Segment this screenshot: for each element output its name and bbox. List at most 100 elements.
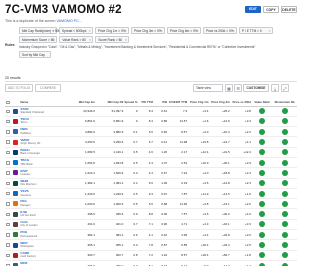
remove-filter-icon[interactable]: × [89, 37, 91, 44]
filter-chip[interactable]: Price Chg 3m > 0% × [131, 27, 165, 34]
remove-filter-icon[interactable]: × [161, 28, 163, 35]
stock-name-cell[interactable]: CARD Card Factory [20, 250, 68, 261]
table-row[interactable]: CARD Card Factory 300.7 300.7 0.8 7.2 1.24 8.57… [5, 250, 297, 261]
column-header[interactable]: Price Chg 1m [188, 96, 210, 107]
row-checkbox[interactable] [5, 126, 13, 138]
filter-chip[interactable]: P / E TTM > 0 × [239, 27, 273, 34]
row-checkbox[interactable] [5, 260, 13, 266]
column-header[interactable]: Price vs 200d [230, 96, 252, 107]
filter-chip[interactable]: Momentum Score > 80 × [19, 36, 58, 44]
stock-name-cell[interactable]: VMUK Virgin Money UK [20, 136, 68, 148]
filter-chip[interactable]: Spread < 500bps × [59, 27, 93, 34]
checkbox-icon [6, 150, 10, 155]
remove-filter-icon[interactable]: × [125, 28, 127, 35]
sort-chip[interactable]: Sort by Mkt Cap [19, 51, 51, 58]
row-checkbox[interactable] [5, 229, 13, 241]
stock-name-cell[interactable]: WHM Wm Morrison [20, 178, 68, 189]
rank-dot-icon [281, 118, 288, 125]
row-checkbox[interactable] [5, 136, 13, 148]
stock-name-cell[interactable]: STAN Standard Chartered [20, 106, 68, 117]
mkt-cap-cell: 20,946.0 [67, 106, 96, 117]
delete-button[interactable]: DELETE [281, 6, 297, 13]
grid-view-icon[interactable]: ▦ [225, 84, 233, 92]
stock-name-cell[interactable]: BOCH Bank of Georgia [20, 147, 68, 158]
column-header[interactable]: Mkt Cap £m [67, 96, 96, 107]
stock-name-cell[interactable]: WKP Workspace [20, 239, 68, 251]
table-row[interactable]: STAN Standard Chartered 20,946.0 51,397.3 0 8… [5, 106, 297, 117]
column-header[interactable]: Momentum Rk [273, 96, 297, 107]
table-row[interactable]: VMUK Virgin Money UK 3,250.6 3,250.6 0.7 6.7 0… [5, 136, 297, 148]
row-checkbox[interactable] [5, 116, 13, 128]
stock-name-cell[interactable]: MCBMetro Bank [20, 260, 68, 266]
select-all-checkbox[interactable] [5, 96, 13, 107]
row-checkbox[interactable] [5, 147, 13, 158]
industry-rule[interactable]: Industry Grouped in "Cash", "Oil & Gas",… [5, 45, 273, 49]
view-select[interactable]: Table view [193, 84, 223, 92]
filter-chip[interactable]: Price vs 200d > 0% × [203, 27, 237, 34]
stock-name-cell[interactable]: ILSE Intl Sec Exch [20, 208, 68, 220]
price-chg-3m-cell: +14.2 [209, 260, 231, 266]
copy-button[interactable]: COPY [263, 6, 279, 13]
expand-icon[interactable]: ⤢ [281, 84, 289, 92]
row-checkbox[interactable] [5, 198, 13, 210]
filter-chip[interactable]: Price Chg 1m > 0% × [95, 27, 129, 34]
table-row[interactable]: NWG NatWest 3,882.9 3,882.9 0.1 5.6 0.65 8.57 +3… [5, 126, 297, 138]
add-to-folio-button[interactable]: ADD TO FOLIO [5, 84, 33, 92]
row-checkbox[interactable] [5, 188, 13, 200]
row-checkbox[interactable] [5, 208, 13, 220]
column-header[interactable]: EV/EBIT TTM [168, 96, 189, 107]
remove-filter-icon[interactable]: × [53, 28, 55, 35]
row-checkbox[interactable] [5, 167, 13, 179]
remove-filter-icon[interactable]: × [53, 37, 55, 44]
compare-button[interactable]: COMPARE [35, 84, 61, 92]
customise-button[interactable]: CUSTOMISE [243, 84, 269, 92]
column-header[interactable]: Mkt Cap Rk [95, 96, 125, 107]
column-header[interactable]: Spread % [124, 96, 139, 107]
table-row[interactable]: CLIG City of London 401.0 401.0 0.7 7.1 0.96 4.… [5, 219, 297, 231]
stock-name-cell[interactable]: CLIG City of London [20, 219, 68, 231]
table-row[interactable]: PAG Paragon 1,000.6 1,000.6 0.5 5.6 0.68 11.96 +… [5, 198, 297, 210]
column-header[interactable]: P/B [153, 96, 169, 107]
table-row[interactable]: WKP Workspace 365.1 365.1 0.3 7.8 0.87 5.85 +18.… [5, 239, 297, 251]
table-row[interactable]: POG Petropavlovsk 384.1 384.1 0.6 4.1 0.42 3.95… [5, 229, 297, 241]
stock-name-cell[interactable]: TBCG TBC Bank [20, 157, 68, 169]
table-row[interactable]: BOCH Bank of Georgia 1,683.5 1,419.1 0.5 4.6 1… [5, 147, 297, 158]
download-icon[interactable]: ⤓ [271, 84, 279, 92]
row-checkbox[interactable] [5, 239, 13, 251]
edit-button[interactable]: EDIT [245, 6, 261, 13]
stock-name-cell[interactable]: POG Petropavlovsk [20, 229, 68, 241]
column-header[interactable]: Price Chg 3m [209, 96, 231, 107]
table-row[interactable]: TSCO Tesco 6,861.9 6,861.9 0 8.4 0.89 14.57 +1.6… [5, 116, 297, 128]
row-checkbox[interactable] [5, 157, 13, 169]
table-row[interactable]: ILSE Intl Sec Exch 495.6 495.6 0.9 8.8 0.06 7.5… [5, 208, 297, 220]
stock-name-cell[interactable]: TSCO Tesco [20, 116, 68, 128]
stock-name-cell[interactable]: NWG NatWest [20, 126, 68, 138]
filter-chip[interactable]: Mkt Cap Rank(mcm) < 90k × [19, 27, 60, 35]
row-checkbox[interactable] [5, 250, 13, 261]
mkt-cap-rank-cell: 1,229.6 [95, 188, 125, 200]
row-checkbox[interactable] [5, 106, 13, 117]
remove-filter-icon[interactable]: × [89, 28, 91, 35]
filter-chip[interactable]: Value Rank > 80 × [59, 36, 94, 44]
stock-name-cell[interactable]: PAG Paragon [20, 198, 68, 210]
remove-filter-icon[interactable]: × [197, 28, 199, 35]
remove-filter-icon[interactable]: × [269, 28, 271, 35]
original-screen-link[interactable]: VAMOMO PC... [57, 19, 82, 23]
column-header[interactable]: Name [20, 96, 68, 107]
stock-name-cell[interactable]: INVP Investec [20, 167, 68, 179]
remove-filter-icon[interactable]: × [125, 37, 127, 44]
table-row[interactable]: MCBMetro Bank296.0296.00.75.10.476.14+6.… [5, 260, 297, 266]
table-row[interactable]: INVP Investec 1,623.4 1,509.9 0.3 4.4 0.67 7.24… [5, 167, 297, 179]
column-header[interactable]: P/E TTM [138, 96, 154, 107]
row-checkbox[interactable] [5, 178, 13, 189]
table-row[interactable]: VSVS Vesuvius 1,229.6 1,229.6 0.5 9.3 0.97 7.87… [5, 188, 297, 200]
column-header[interactable]: Value Rank [251, 96, 274, 107]
filter-chip[interactable]: Price Chg 6m > 0% × [167, 27, 201, 34]
table-row[interactable]: TBCG TBC Bank 1,654.8 1,654.8 0.5 4.3 1.07 2.51… [5, 157, 297, 169]
remove-filter-icon[interactable]: × [233, 28, 235, 35]
table-row[interactable]: WHM Wm Morrison 1,384.1 1,384.1 0.4 6.6 1.09 6.… [5, 178, 297, 189]
stock-name-cell[interactable]: VSVS Vesuvius [20, 188, 68, 200]
list-view-icon[interactable]: ☰ [234, 84, 242, 92]
filter-chip[interactable]: Score Rank > 80 × [95, 36, 130, 44]
row-checkbox[interactable] [5, 219, 13, 231]
